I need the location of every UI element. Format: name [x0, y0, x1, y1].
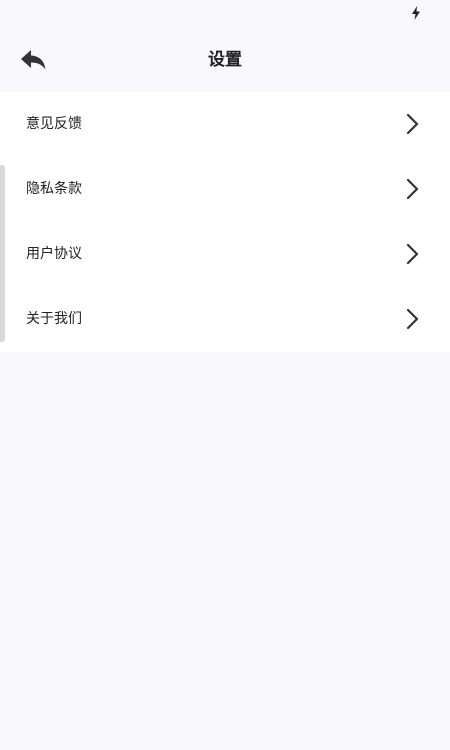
chevron-right-icon	[406, 308, 419, 330]
back-button[interactable]	[14, 44, 54, 76]
chevron-right-icon	[406, 113, 419, 135]
chevron-right-icon	[406, 178, 419, 200]
menu-item-about[interactable]: 关于我们	[0, 287, 450, 352]
menu-item-feedback[interactable]: 意见反馈	[0, 92, 450, 157]
header: 设置	[0, 30, 450, 90]
menu-item-user-agreement[interactable]: 用户协议	[0, 222, 450, 287]
charging-bolt-icon	[412, 6, 420, 20]
scroll-indicator[interactable]	[0, 165, 5, 342]
menu-item-privacy[interactable]: 隐私条款	[0, 157, 450, 222]
status-bar	[0, 0, 450, 30]
chevron-right-icon	[406, 243, 419, 265]
menu-item-label: 用户协议	[26, 246, 82, 262]
menu-item-label: 隐私条款	[26, 181, 82, 197]
page-title: 设置	[208, 50, 242, 70]
back-arrow-icon	[21, 50, 46, 70]
settings-menu: 意见反馈 隐私条款 用户协议 关于我们	[0, 92, 450, 352]
menu-item-label: 意见反馈	[26, 116, 82, 132]
menu-item-label: 关于我们	[26, 311, 82, 327]
